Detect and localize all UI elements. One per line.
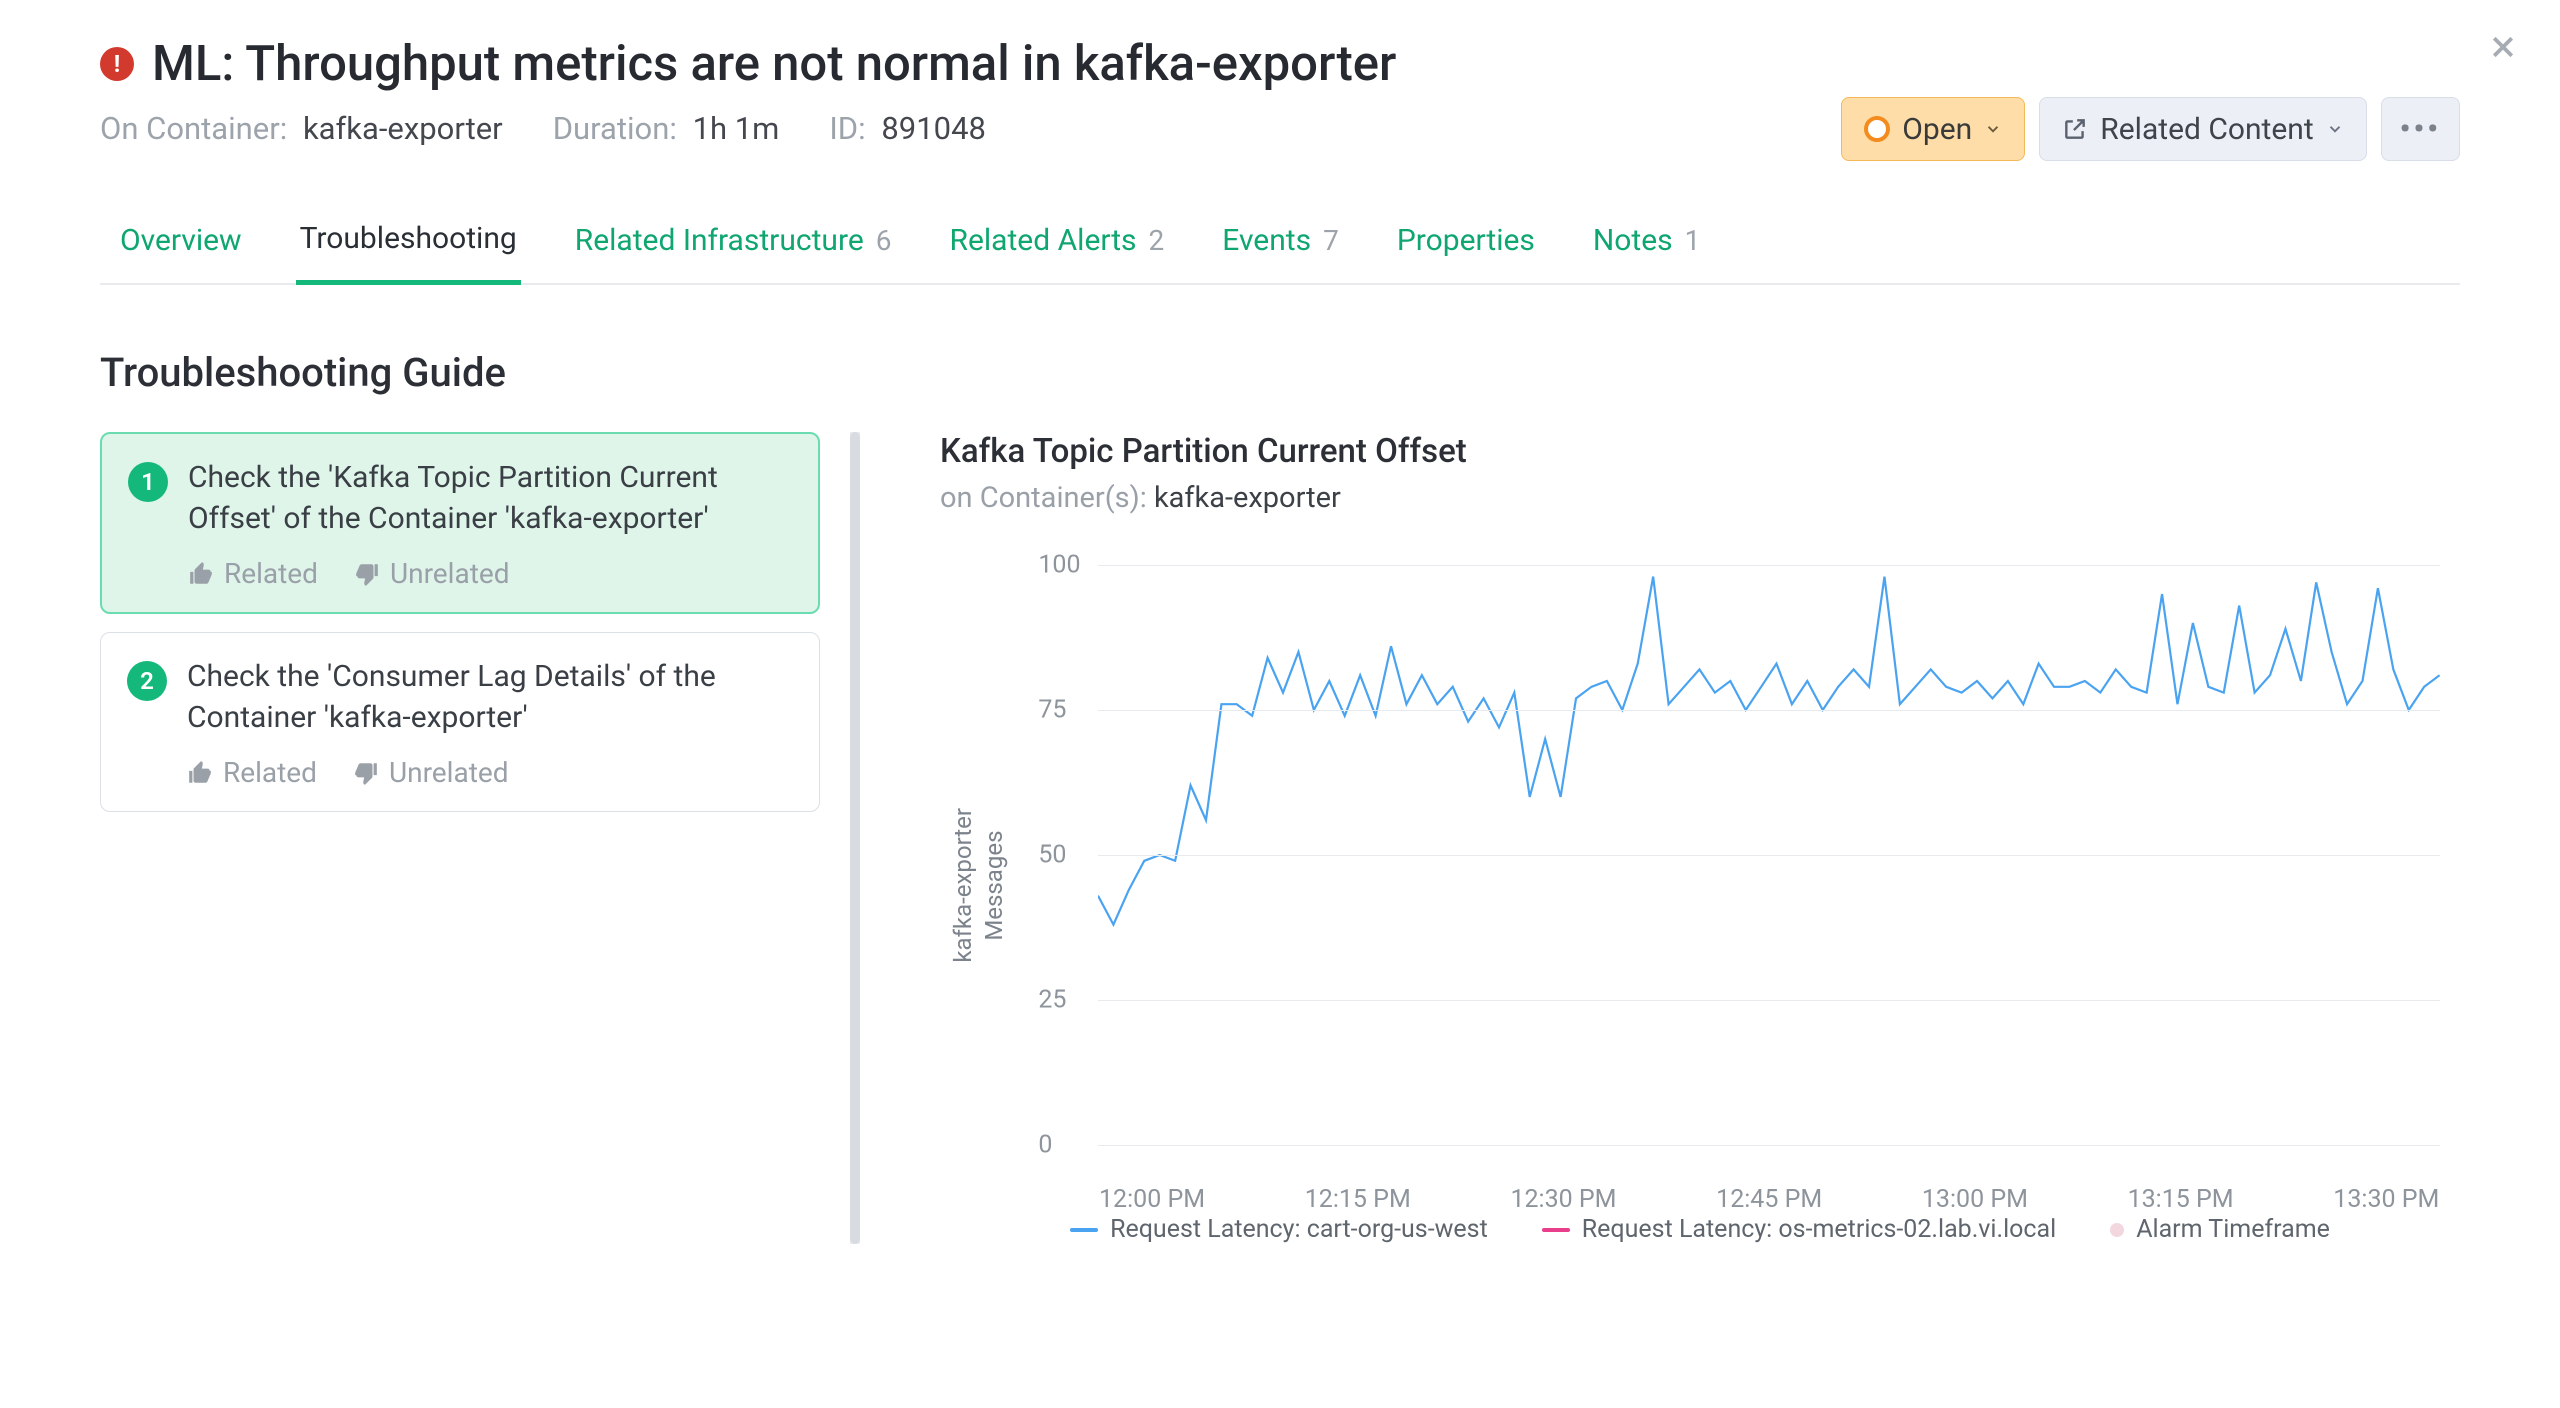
- page-title-text: ML: Throughput metrics are not normal in…: [152, 35, 1396, 92]
- header: ! ML: Throughput metrics are not normal …: [100, 35, 2460, 161]
- tab-properties[interactable]: Properties: [1393, 209, 1539, 283]
- tabs: Overview Troubleshooting Related Infrast…: [100, 209, 2460, 285]
- plot-area[interactable]: 0255075100: [1098, 565, 2440, 1145]
- legend-item: Request Latency: cart-org-us-west: [1070, 1215, 1488, 1244]
- tab-related-alerts[interactable]: Related Alerts 2: [945, 209, 1168, 283]
- thumbs-up-icon: [187, 760, 213, 786]
- thumbs-down-icon: [353, 760, 379, 786]
- page-title: ! ML: Throughput metrics are not normal …: [100, 35, 1841, 92]
- tab-overview[interactable]: Overview: [116, 209, 246, 283]
- more-actions-button[interactable]: •••: [2381, 97, 2460, 161]
- panel-title: Kafka Topic Partition Current Offset: [940, 432, 2460, 471]
- step-badge: 1: [128, 462, 168, 502]
- feedback-unrelated-button[interactable]: Unrelated: [353, 756, 509, 789]
- header-actions: Open Related Content •••: [1841, 97, 2460, 161]
- thumbs-down-icon: [354, 561, 380, 587]
- guide-item-title: Check the 'Consumer Lag Details' of the …: [187, 657, 793, 738]
- chevron-down-icon: [1984, 120, 2002, 138]
- legend-swatch: [1070, 1228, 1098, 1232]
- duration-meta: Duration: 1h 1m: [553, 110, 780, 147]
- close-icon[interactable]: [2488, 32, 2518, 66]
- alert-icon: !: [100, 47, 134, 81]
- meta-row: On Container: kafka-exporter Duration: 1…: [100, 110, 1841, 147]
- chevron-down-icon: [2326, 120, 2344, 138]
- y-axis-label: kafka-exporter Messages: [940, 808, 1018, 963]
- id-meta: ID: 891048: [829, 110, 986, 147]
- external-link-icon: [2062, 116, 2088, 142]
- tab-troubleshooting[interactable]: Troubleshooting: [296, 209, 521, 285]
- guide-item-title: Check the 'Kafka Topic Partition Current…: [188, 458, 792, 539]
- container-meta: On Container: kafka-exporter: [100, 110, 503, 147]
- tab-events[interactable]: Events 7: [1218, 209, 1343, 283]
- step-badge: 2: [127, 661, 167, 701]
- thumbs-up-icon: [188, 561, 214, 587]
- feedback-unrelated-button[interactable]: Unrelated: [354, 557, 510, 590]
- feedback-related-button[interactable]: Related: [188, 557, 318, 590]
- detail-panel: Kafka Topic Partition Current Offset on …: [860, 432, 2460, 1244]
- legend-item: Alarm Timeframe: [2110, 1215, 2330, 1244]
- guide-list: 1 Check the 'Kafka Topic Partition Curre…: [100, 432, 860, 1244]
- related-content-button[interactable]: Related Content: [2039, 97, 2366, 161]
- legend-item: Request Latency: os-metrics-02.lab.vi.lo…: [1542, 1215, 2056, 1244]
- status-ring-icon: [1864, 116, 1890, 142]
- legend-swatch: [1542, 1228, 1570, 1232]
- legend-swatch: [2110, 1223, 2124, 1237]
- feedback-related-button[interactable]: Related: [187, 756, 317, 789]
- chart: kafka-exporter Messages 0255075100 12:00…: [940, 565, 2460, 1205]
- open-status-button[interactable]: Open: [1841, 97, 2025, 161]
- tab-notes[interactable]: Notes 1: [1589, 209, 1704, 283]
- panel-subtitle: on Container(s): kafka-exporter: [940, 481, 2460, 515]
- guide-item-2[interactable]: 2 Check the 'Consumer Lag Details' of th…: [100, 632, 820, 812]
- chart-legend: Request Latency: cart-org-us-west Reques…: [940, 1215, 2460, 1244]
- section-title: Troubleshooting Guide: [100, 349, 2460, 396]
- guide-item-1[interactable]: 1 Check the 'Kafka Topic Partition Curre…: [100, 432, 820, 614]
- tab-related-infra[interactable]: Related Infrastructure 6: [571, 209, 896, 283]
